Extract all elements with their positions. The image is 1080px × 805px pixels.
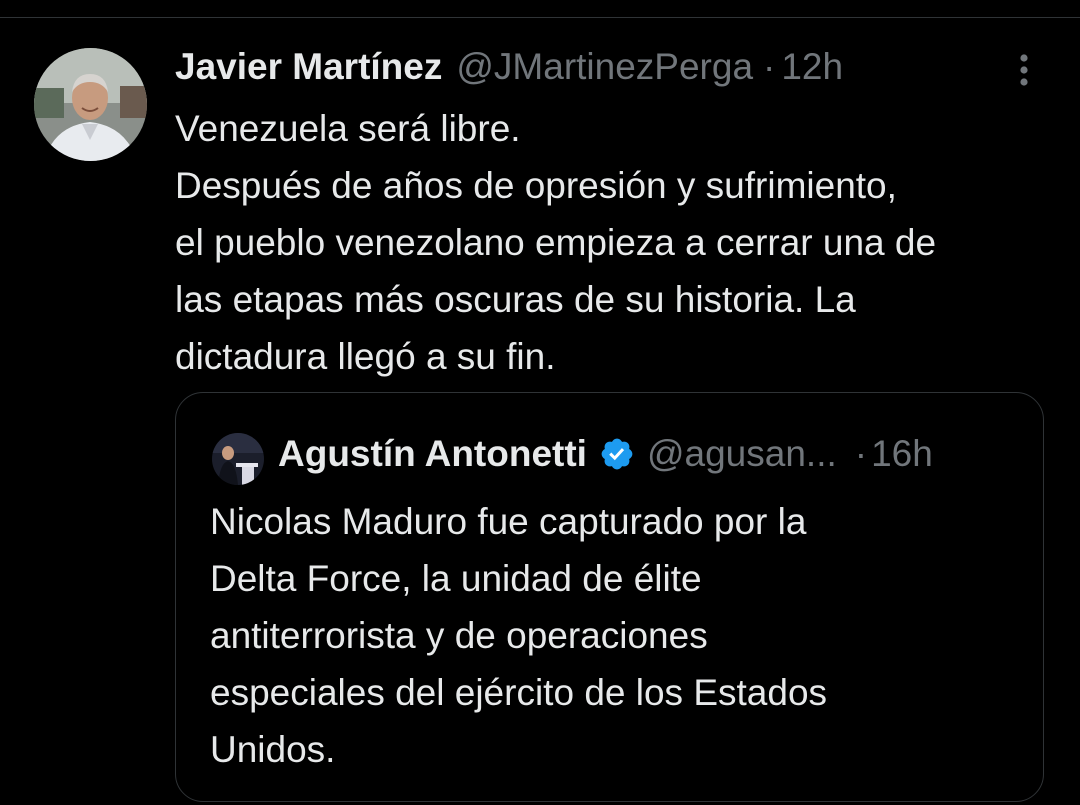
quoted-text-line: Nicolas Maduro fue capturado por la	[210, 501, 807, 542]
quoted-tweet-card[interactable]: Agustín Antonetti @agusan... · 16h Nicol…	[175, 392, 1044, 802]
author-avatar[interactable]	[34, 48, 147, 161]
tweet-header: Javier Martínez @JMartinezPerga · 12h	[175, 44, 843, 90]
tweet-text-line: las etapas más oscuras de su historia. L…	[175, 279, 856, 320]
author-handle[interactable]: @JMartinezPerga	[456, 46, 753, 88]
quoted-text-line: Delta Force, la unidad de élite	[210, 558, 702, 599]
more-options-button[interactable]	[1006, 50, 1042, 90]
quoted-text-line: especiales del ejército de los Estados	[210, 672, 828, 713]
top-divider	[0, 17, 1080, 18]
quoted-tweet-timestamp[interactable]: 16h	[871, 433, 933, 475]
quoted-tweet-body: Nicolas Maduro fue capturado por la Delt…	[210, 493, 1010, 778]
quoted-author-avatar[interactable]	[212, 433, 264, 485]
verified-badge-icon	[599, 436, 635, 472]
quoted-separator-dot: ·	[854, 433, 868, 474]
tweet-timestamp[interactable]: 12h	[781, 46, 843, 88]
quoted-text-line: Unidos.	[210, 729, 336, 770]
more-vertical-icon	[1020, 54, 1028, 86]
quoted-tweet-header: Agustín Antonetti @agusan... · 16h	[278, 429, 933, 479]
quoted-text-line: antiterrorista y de operaciones	[210, 615, 708, 656]
tweet-text-line: dictadura llegó a su fin.	[175, 336, 556, 377]
tweet-screen: Javier Martínez @JMartinezPerga · 12h Ve…	[0, 0, 1080, 805]
separator-dot: ·	[763, 46, 776, 87]
quoted-author-handle[interactable]: @agusan...	[647, 433, 837, 475]
tweet-text-line: Después de años de opresión y sufrimient…	[175, 165, 897, 206]
tweet-text-line: Venezuela será libre.	[175, 108, 521, 149]
tweet-body: Venezuela será libre. Después de años de…	[175, 100, 1055, 385]
author-name[interactable]: Javier Martínez	[175, 46, 442, 88]
tweet-text-line: el pueblo venezolano empieza a cerrar un…	[175, 222, 937, 263]
quoted-author-name[interactable]: Agustín Antonetti	[278, 433, 587, 475]
